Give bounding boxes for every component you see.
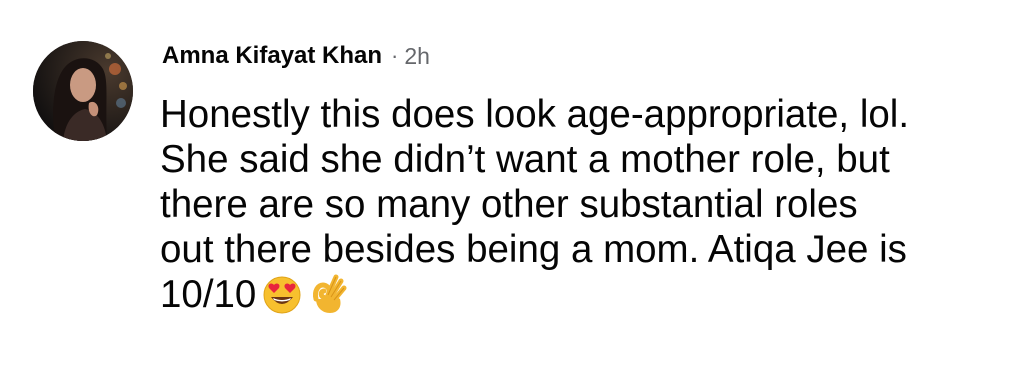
comment-meta: Amna Kifayat Khan · 2h [162, 40, 430, 72]
avatar[interactable] [33, 41, 133, 141]
comment-last-line: 10/10 [160, 272, 1010, 317]
comment-line: She said she didn’t want a mother role, … [160, 138, 890, 181]
avatar-photo [33, 41, 133, 141]
timestamp[interactable]: 2h [404, 43, 430, 70]
comment-line: Honestly this does look age-appropriate,… [160, 93, 910, 136]
comment-line: out there besides being a mom. Atiqa Jee… [160, 228, 907, 271]
comment-line: there are so many other substantial role… [160, 183, 858, 226]
comment-line: 10/10 [160, 273, 257, 316]
author-name[interactable]: Amna Kifayat Khan [162, 42, 382, 70]
comment-text: Honestly this does look age-appropriate,… [160, 92, 1010, 317]
ok-hand-emoji-icon [308, 273, 348, 315]
comment: Amna Kifayat Khan · 2h Honestly this doe… [0, 0, 1024, 373]
meta-separator: · [391, 43, 399, 68]
heart-eyes-emoji-icon [262, 275, 302, 315]
